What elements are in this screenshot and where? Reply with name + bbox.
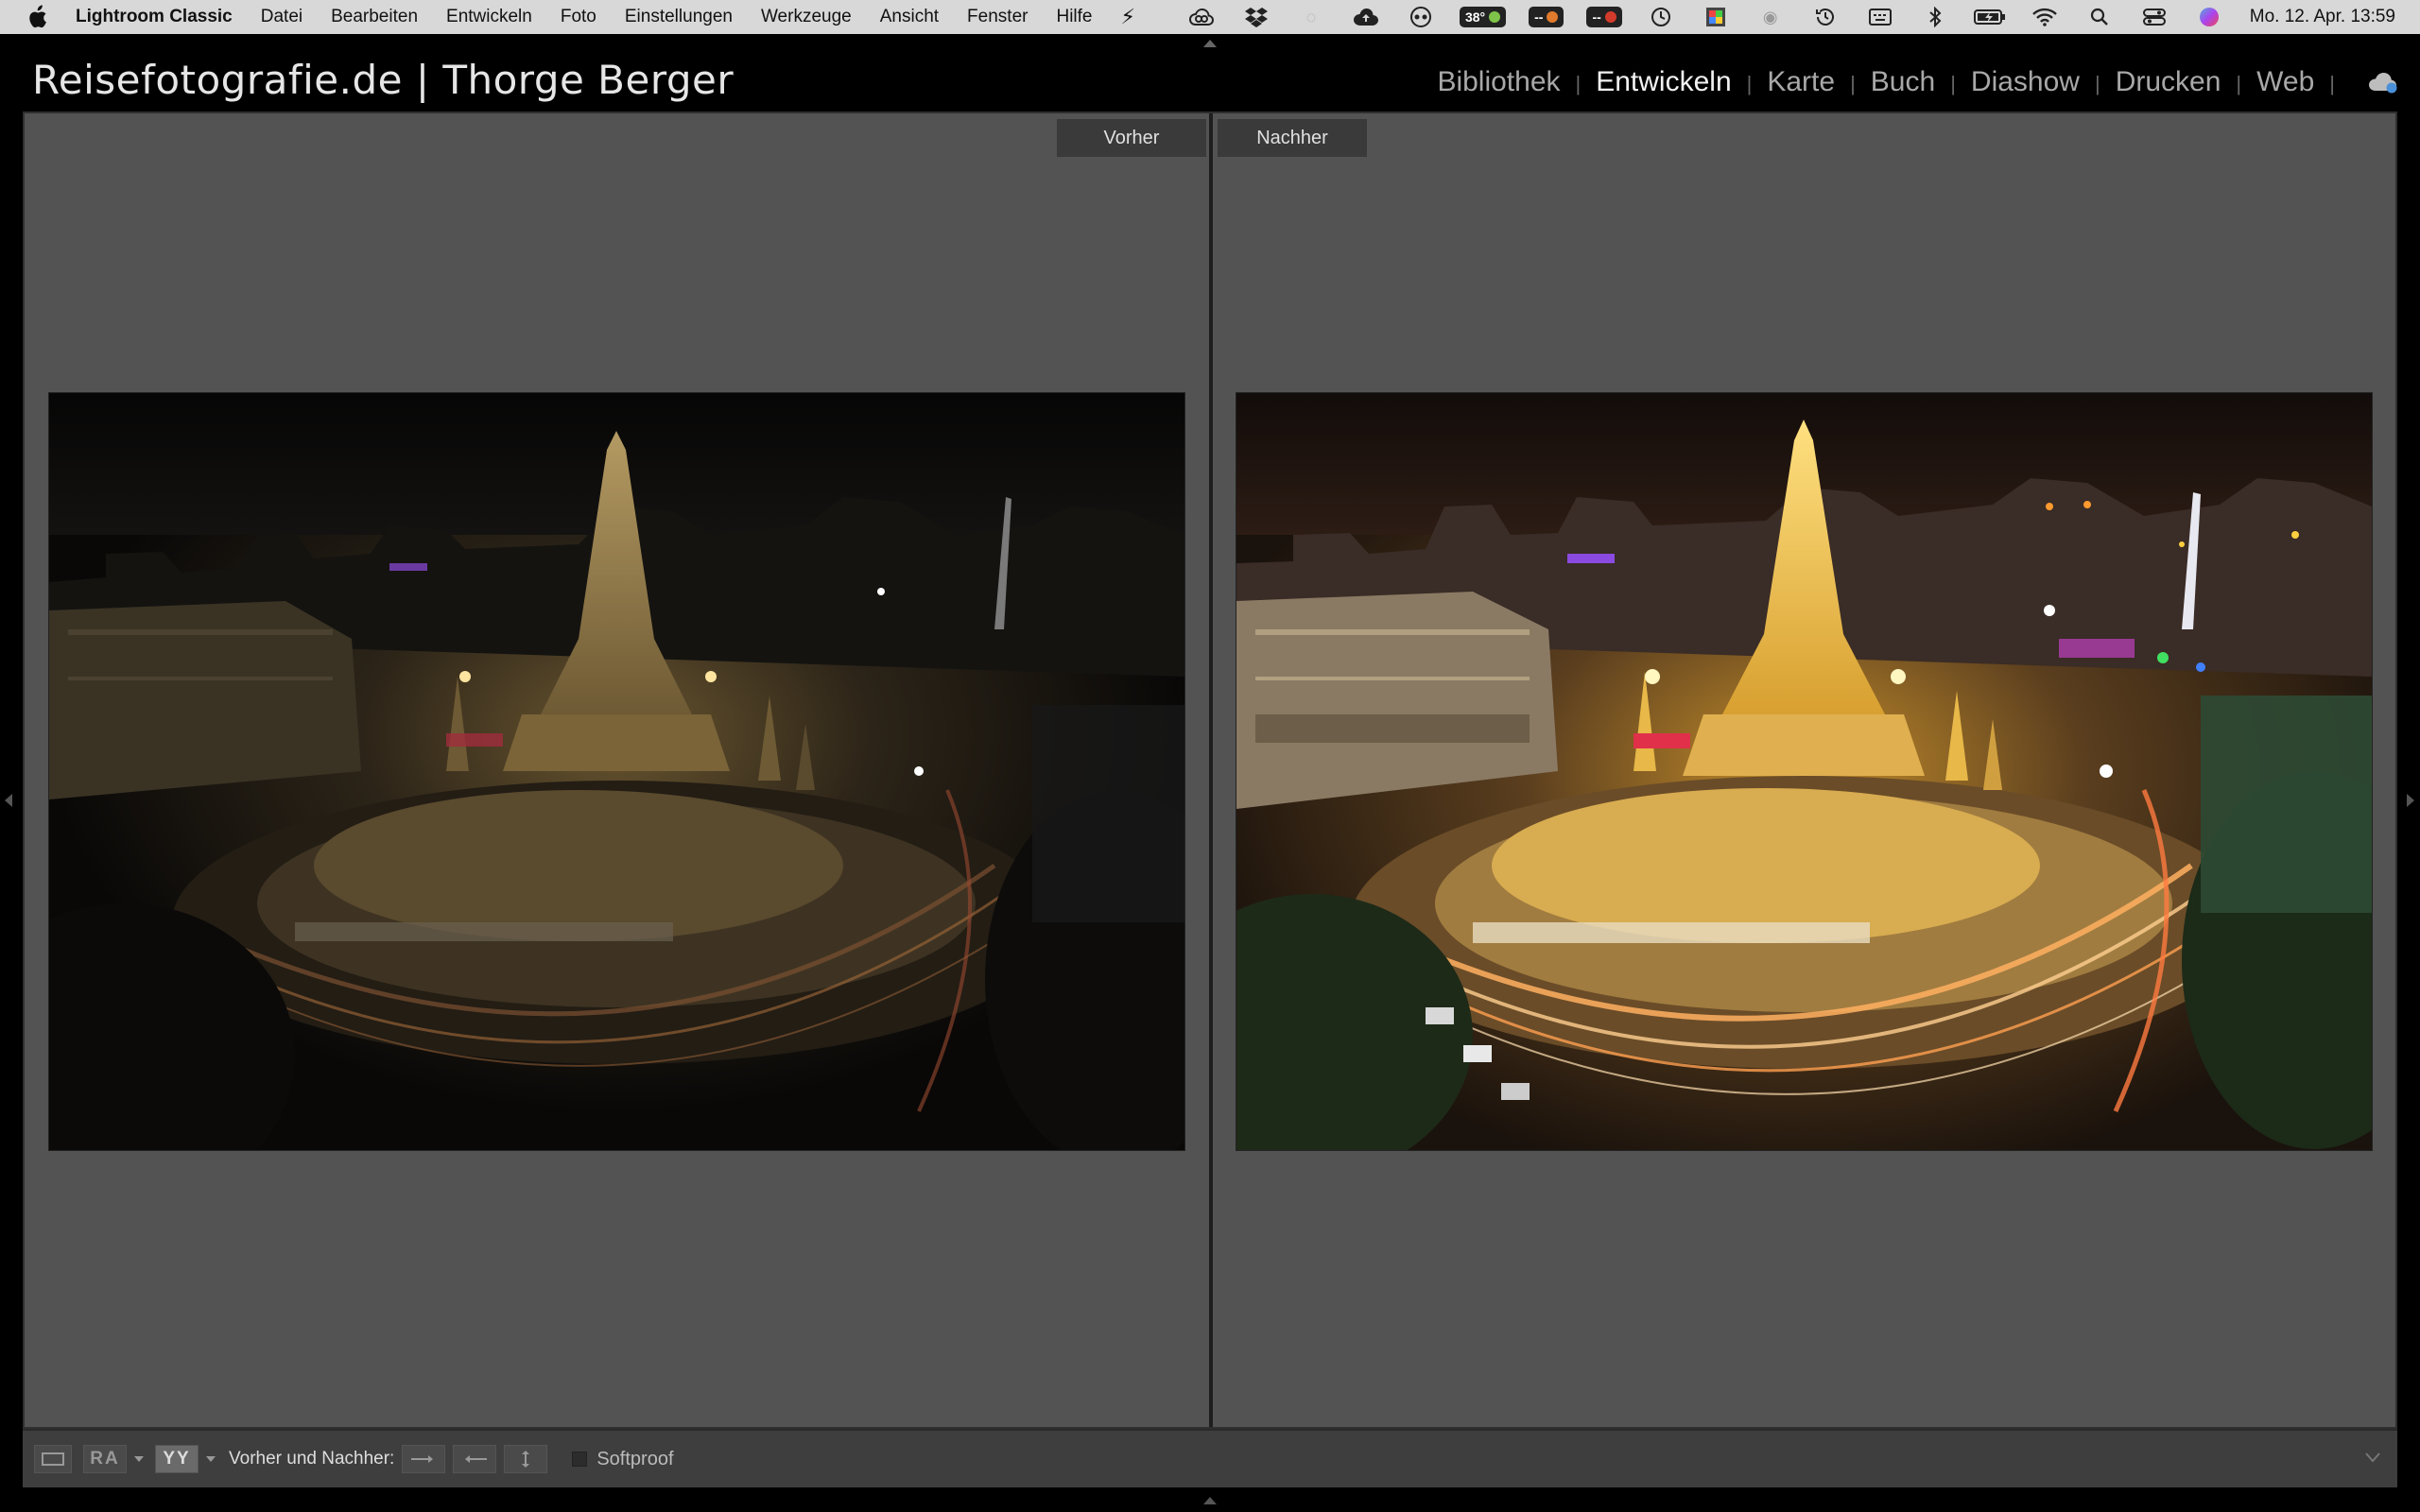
clock-icon[interactable] [1645, 0, 1677, 34]
swap-icon [522, 1451, 530, 1468]
module-diashow[interactable]: Diashow [1965, 66, 2085, 98]
menu-einstellungen[interactable]: Einstellungen [625, 7, 733, 27]
time-machine-icon[interactable] [1809, 0, 1841, 34]
copy-left-icon [465, 1455, 488, 1463]
battery-icon[interactable] [1973, 0, 2006, 34]
loupe-icon [42, 1452, 64, 1466]
cloud-upload-icon[interactable] [1350, 0, 1382, 34]
compare-view: Vorher Nachher [23, 112, 2397, 1429]
bluetooth-icon[interactable] [1919, 0, 1951, 34]
softproof-label[interactable]: Softproof [596, 1449, 673, 1470]
macos-menu-bar: Lightroom Classic Datei Bearbeiten Entwi… [0, 0, 2420, 34]
copy-right-icon [411, 1455, 434, 1463]
module-separator: | [1746, 72, 1753, 95]
bottom-panel-toggle-icon[interactable] [1203, 1497, 1217, 1504]
after-label: Nachher [1218, 119, 1367, 157]
module-karte[interactable]: Karte [1761, 66, 1841, 98]
menu-werkzeuge[interactable]: Werkzeuge [761, 7, 852, 27]
before-photo[interactable] [49, 393, 1184, 1150]
module-drucken[interactable]: Drucken [2110, 66, 2227, 98]
before-after-side-by-side-button[interactable]: YY [155, 1445, 199, 1473]
menubar-clock[interactable]: Mo. 12. Apr. 13:59 [2250, 7, 2395, 27]
siri-icon[interactable] [2193, 0, 2225, 34]
after-photo[interactable] [1236, 393, 2372, 1150]
istat-badge-2[interactable]: -- [1586, 0, 1622, 34]
before-label: Vorher [1057, 119, 1206, 157]
keyboard-input-icon[interactable] [1864, 0, 1896, 34]
apple-menu-icon[interactable] [26, 5, 51, 29]
color-app-icon[interactable] [1700, 0, 1732, 34]
identity-plate[interactable]: Reisefotografie.de | Thorge Berger [32, 57, 734, 103]
temperature-badge[interactable]: 38° [1459, 0, 1507, 34]
module-separator: | [1850, 72, 1856, 95]
module-separator: | [1950, 72, 1956, 95]
module-buch[interactable]: Buch [1865, 66, 1941, 98]
menu-entwickeln[interactable]: Entwickeln [446, 7, 532, 27]
compare-toolbar: RA YY Vorher und Nachher: Softproof [23, 1429, 2397, 1487]
menu-hilfe[interactable]: Hilfe [1056, 7, 1092, 27]
menu-datei[interactable]: Datei [261, 7, 302, 27]
toolbar-options-chevron-icon[interactable] [2363, 1448, 2382, 1467]
right-panel-toggle-icon[interactable] [2407, 794, 2414, 807]
copy-before-to-after-button[interactable] [402, 1445, 446, 1473]
script-bolt-icon[interactable]: ⚡ [1120, 5, 1134, 29]
module-web[interactable]: Web [2251, 66, 2320, 98]
yy-dropdown-caret-icon[interactable] [206, 1456, 216, 1462]
creative-cloud-icon[interactable] [1185, 0, 1218, 34]
module-bibliothek[interactable]: Bibliothek [1431, 66, 1565, 98]
record-icon[interactable]: ◉ [1754, 0, 1787, 34]
module-separator: | [2094, 72, 2100, 95]
spotlight-search-icon[interactable] [2083, 0, 2116, 34]
module-separator: | [1575, 72, 1582, 95]
module-separator: | [2236, 72, 2242, 95]
softproof-checkbox[interactable] [572, 1452, 588, 1467]
loupe-view-button[interactable] [34, 1445, 72, 1473]
menu-foto[interactable]: Foto [561, 7, 596, 27]
module-picker: Bibliothek | Entwickeln | Karte | Buch |… [1431, 66, 2344, 98]
top-panel-toggle-icon[interactable] [1203, 40, 1217, 47]
vpn-icon[interactable] [1405, 0, 1437, 34]
menu-bearbeiten[interactable]: Bearbeiten [331, 7, 418, 27]
module-entwickeln[interactable]: Entwickeln [1590, 66, 1737, 98]
module-separator: | [2329, 72, 2335, 95]
ra-dropdown-caret-icon[interactable] [134, 1456, 144, 1462]
istat-badge-1[interactable]: -- [1529, 0, 1564, 34]
left-panel-toggle-icon[interactable] [5, 794, 12, 807]
dropbox-icon[interactable] [1240, 0, 1272, 34]
menu-fenster[interactable]: Fenster [967, 7, 1028, 27]
cloud-sync-icon[interactable] [2367, 70, 2399, 94]
copy-after-to-before-button[interactable] [453, 1445, 497, 1473]
wifi-icon[interactable] [2029, 0, 2061, 34]
before-after-left-right-button[interactable]: RA [83, 1445, 127, 1473]
status-tray: ◌ 38° -- -- ◉ Mo. 12. Apr. 13:59 [1163, 0, 2395, 34]
menu-ansicht[interactable]: Ansicht [880, 7, 939, 27]
before-after-label: Vorher und Nachher: [229, 1449, 395, 1469]
sync-disabled-icon: ◌ [1305, 7, 1317, 26]
swap-before-after-button[interactable] [504, 1445, 548, 1473]
menu-app-name[interactable]: Lightroom Classic [76, 7, 233, 27]
split-divider [1209, 113, 1213, 1427]
control-center-icon[interactable] [2138, 0, 2170, 34]
